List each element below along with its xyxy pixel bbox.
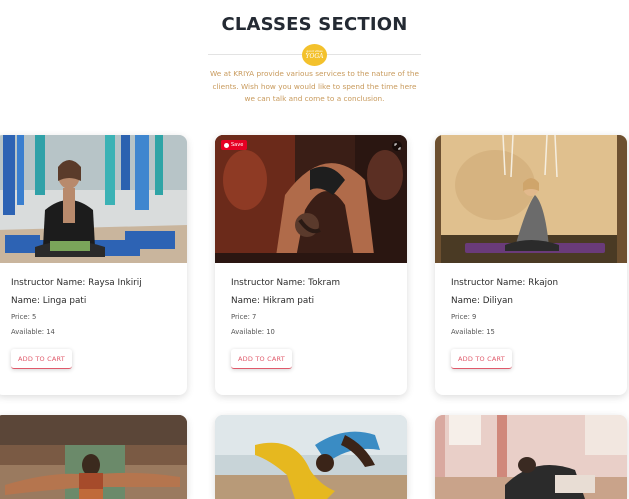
class-card: Instructor Name: Rkajon Name: Diliyan Pr…: [435, 135, 627, 395]
class-image: [215, 135, 407, 263]
pinterest-save-label: Save: [231, 142, 244, 148]
class-image: [0, 135, 187, 263]
instructor-name: Instructor Name: Rkajon: [451, 278, 559, 288]
section-description: We at KRIYA provide various services to …: [210, 69, 419, 103]
class-card: Save Instructor Name: Tokram Name: Hikra…: [215, 135, 407, 395]
instructor-name: Instructor Name: Tokram: [231, 278, 341, 288]
expand-icon[interactable]: [392, 141, 402, 151]
class-available: Available: 10: [231, 328, 275, 336]
class-card: [0, 415, 187, 499]
class-card: Instructor Name: Raysa Inkirij Name: Lin…: [0, 135, 187, 395]
pinterest-icon: [224, 142, 229, 148]
class-image: [435, 415, 627, 499]
add-to-cart-button[interactable]: ADD TO CART: [451, 349, 512, 369]
logo-big-text: YOGA: [305, 53, 324, 60]
instructor-name: Instructor Name: Raysa Inkirij: [11, 278, 142, 288]
class-price: Price: 5: [11, 313, 37, 321]
class-card: [215, 415, 407, 499]
class-price: Price: 9: [451, 313, 477, 321]
add-to-cart-button[interactable]: ADD TO CART: [11, 349, 72, 369]
class-name: Name: Hikram pati: [231, 296, 315, 306]
class-image: [0, 415, 187, 499]
class-price: Price: 7: [231, 313, 257, 321]
class-image: [435, 135, 627, 263]
class-name: Name: Linga pati: [11, 296, 87, 306]
class-available: Available: 14: [11, 328, 55, 336]
class-image: [215, 415, 407, 499]
pinterest-save-badge[interactable]: Save: [221, 140, 248, 150]
class-card: [435, 415, 627, 499]
section-title: CLASSES SECTION: [221, 14, 408, 35]
add-to-cart-button[interactable]: ADD TO CART: [231, 349, 292, 369]
class-available: Available: 15: [451, 328, 495, 336]
class-name: Name: Diliyan: [451, 296, 513, 306]
yoga-logo: good vibes YOGA: [302, 44, 327, 66]
